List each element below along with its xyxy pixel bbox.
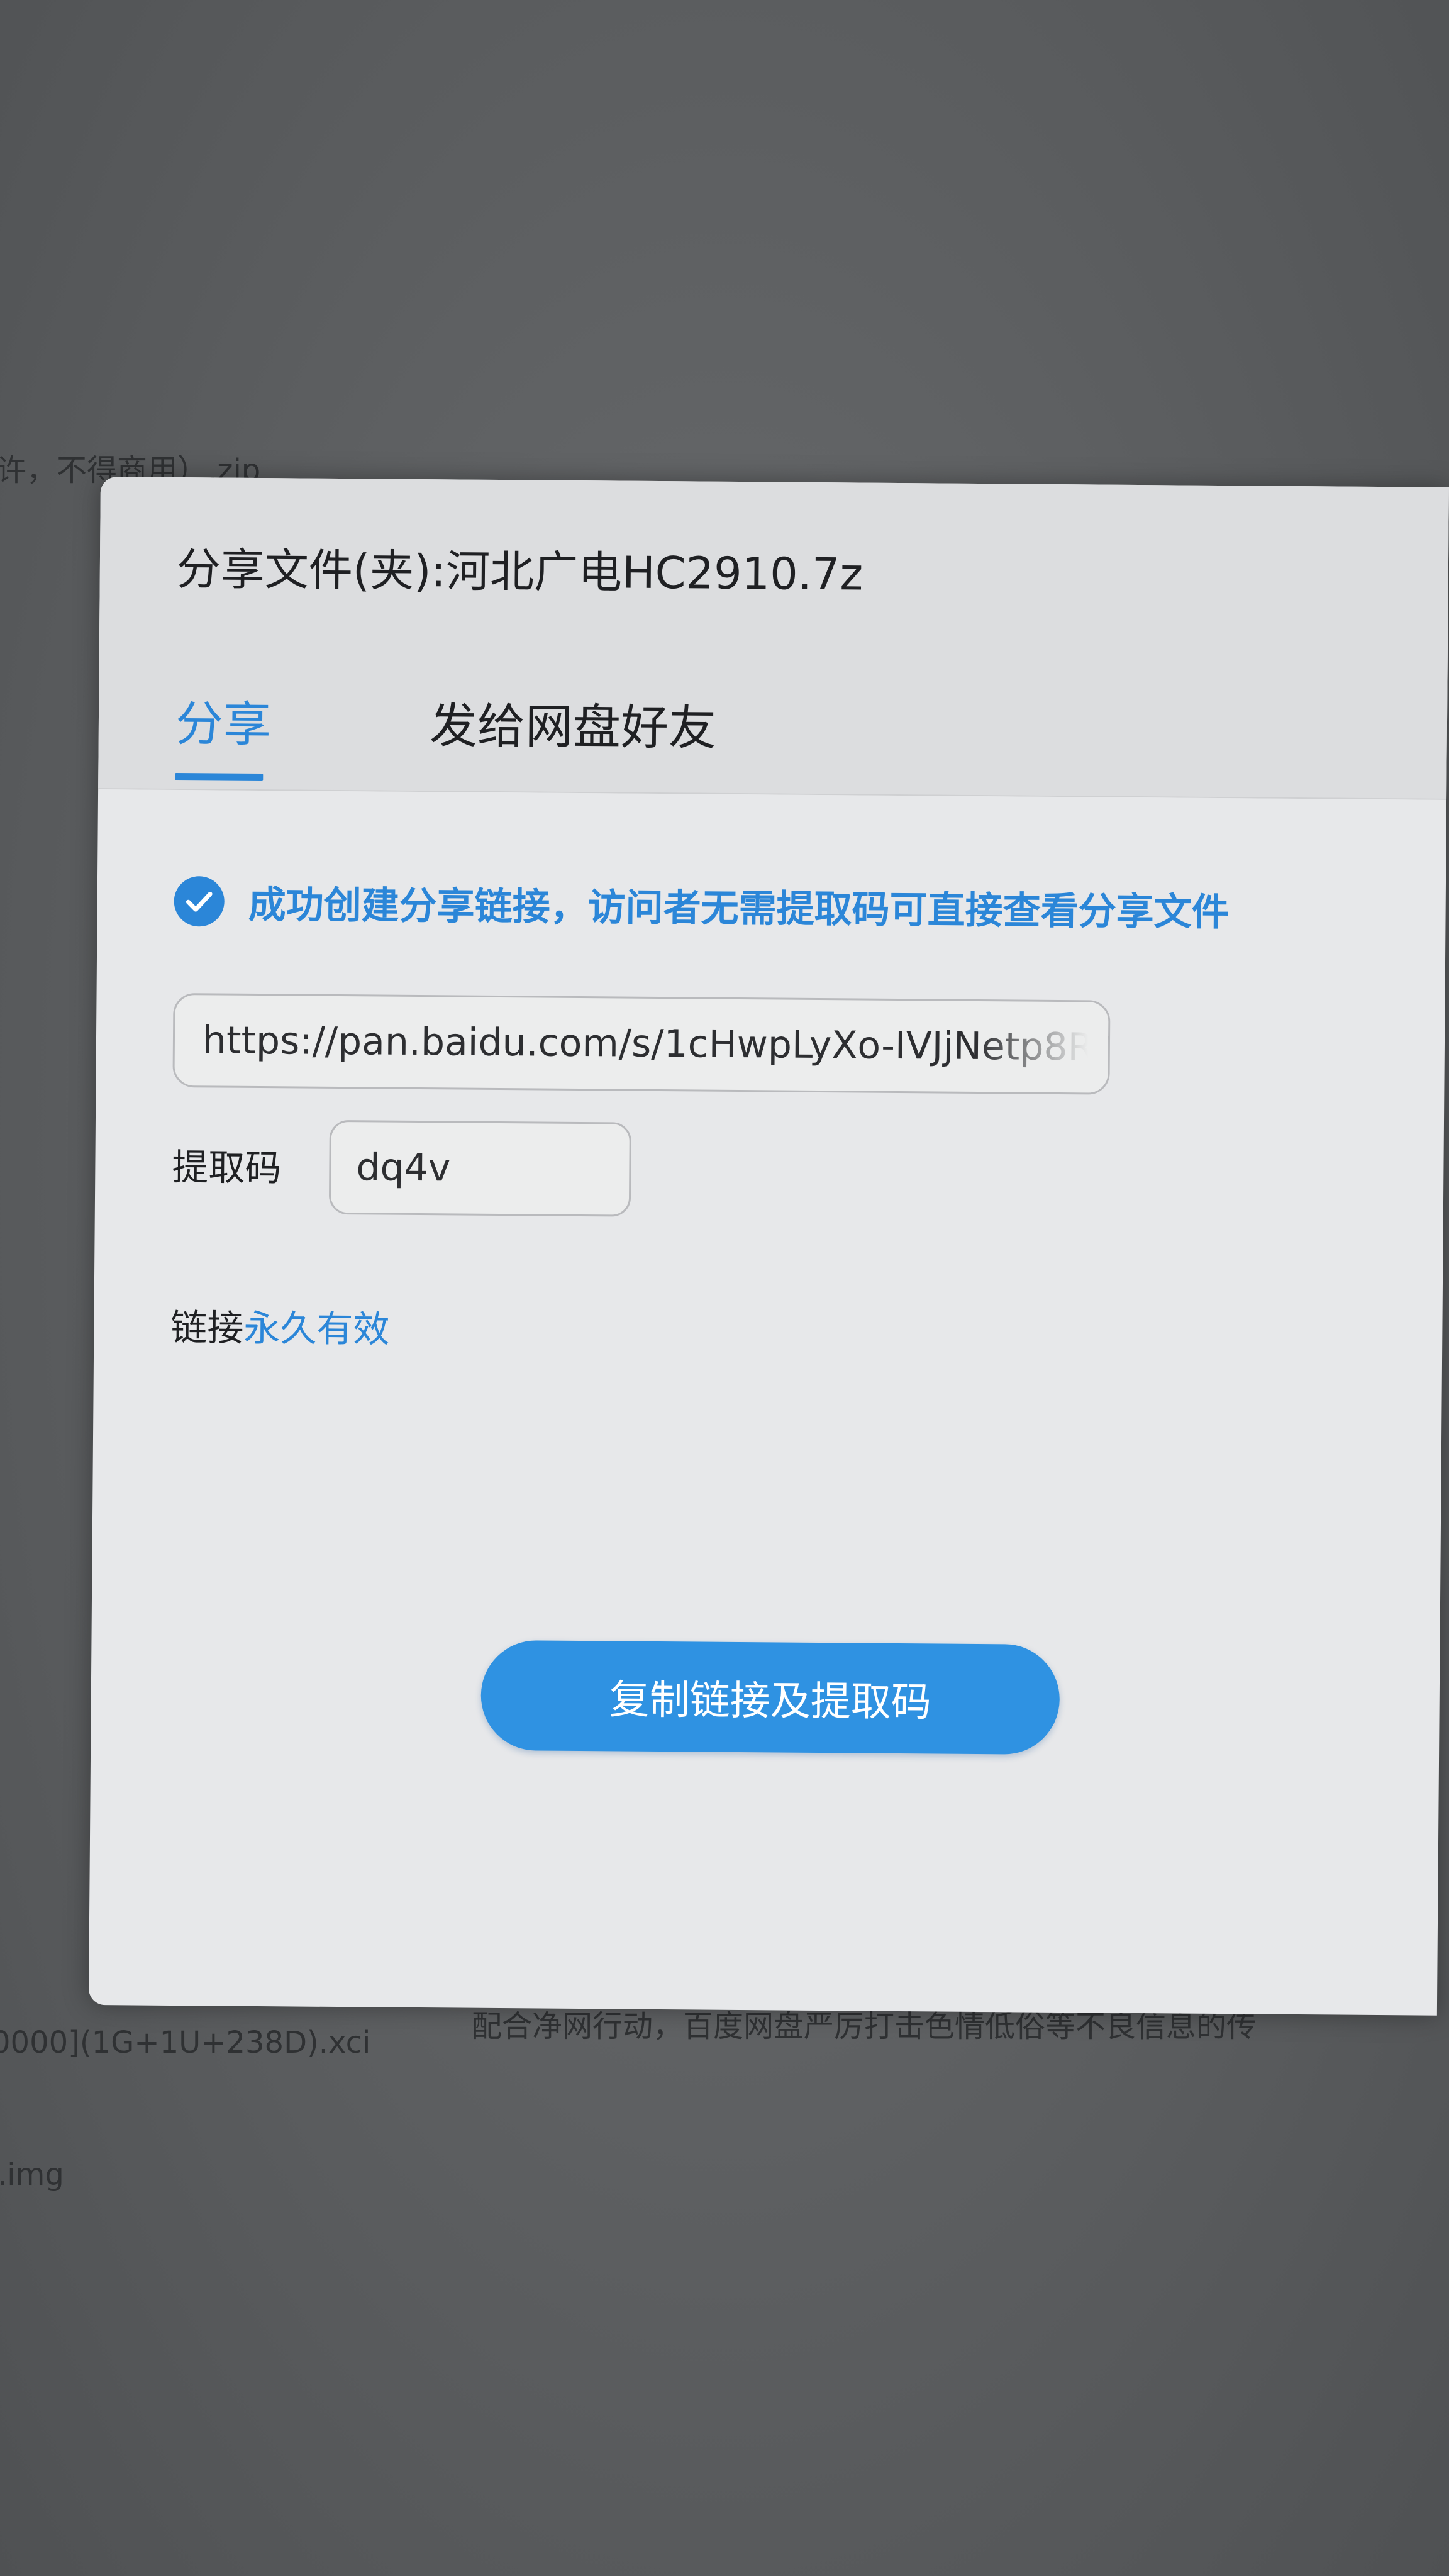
extraction-code-label: 提取码 (172, 1145, 282, 1190)
background-file-item: 0000](1G+1U+238D).xci (0, 2025, 371, 2060)
success-message: 成功创建分享链接，访问者无需提取码可直接查看分享文件 (248, 882, 1230, 935)
tab-send-to-friend[interactable]: 发给网盘好友 (430, 687, 717, 758)
share-link-field[interactable]: https://pan.baidu.com/s/1cHwpLyXo-IVJjNe… (172, 992, 1111, 1095)
extraction-code-field[interactable]: dq4v (328, 1119, 631, 1217)
dialog-title: 分享文件(夹):河北广电HC2910.7z (176, 543, 863, 601)
validity-option-link[interactable]: 永久有效 (243, 1307, 390, 1351)
share-dialog: 分享文件(夹):河北广电HC2910.7z 分享 发给网盘好友 成功创建分享链接… (88, 477, 1449, 2016)
active-tab-indicator (175, 772, 264, 782)
share-link-fade (975, 1001, 1109, 1093)
check-circle-icon (174, 875, 225, 927)
share-link-text: https://pan.baidu.com/s/1cHwpLyXo-IVJjNe… (202, 1018, 1111, 1070)
tab-share[interactable]: 分享 (175, 685, 272, 755)
background-file-item: .img (0, 2157, 64, 2192)
validity-prefix: 链接 (170, 1306, 244, 1350)
success-message-row: 成功创建分享链接，访问者无需提取码可直接查看分享文件 (174, 874, 1230, 936)
copy-link-and-code-button[interactable]: 复制链接及提取码 (480, 1640, 1060, 1755)
dialog-header: 分享文件(夹):河北广电HC2910.7z 分享 发给网盘好友 (98, 477, 1449, 800)
link-validity: 链接永久有效 (170, 1298, 390, 1353)
